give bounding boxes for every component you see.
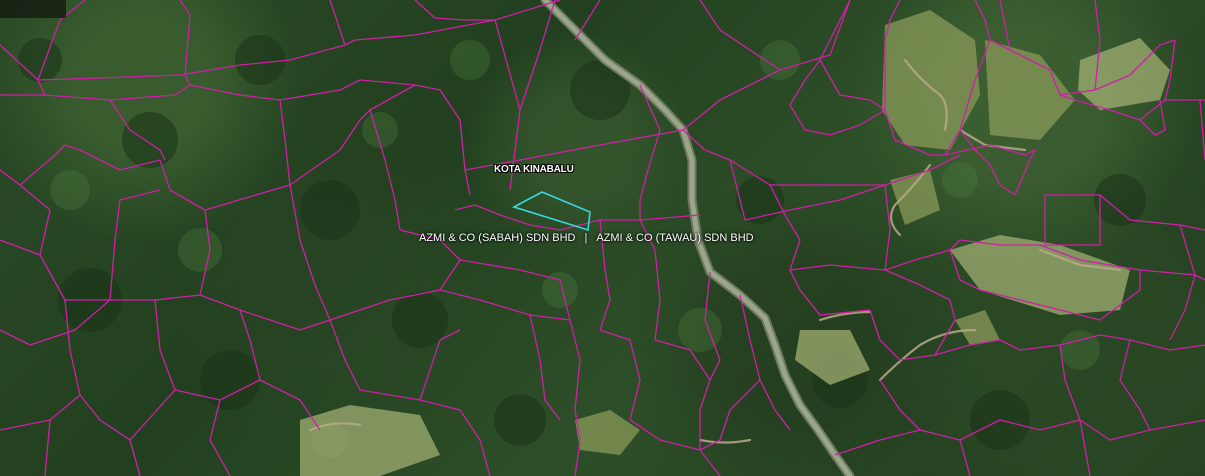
company-label-separator: | [584, 232, 588, 244]
selected-parcel-outline[interactable] [511, 191, 591, 232]
place-label-kota-kinabalu: KOTA KINABALU [494, 164, 574, 175]
map-corner-overlay [0, 0, 66, 18]
satellite-map[interactable]: KOTA KINABALU AZMI & CO (SABAH) SDN BHD |… [0, 0, 1205, 476]
company-label-left: AZMI & CO (SABAH) SDN BHD [419, 232, 576, 244]
company-label: AZMI & CO (SABAH) SDN BHD | AZMI & CO (TAW… [419, 232, 754, 244]
company-label-right: AZMI & CO (TAWAU) SDN BHD [596, 232, 754, 244]
